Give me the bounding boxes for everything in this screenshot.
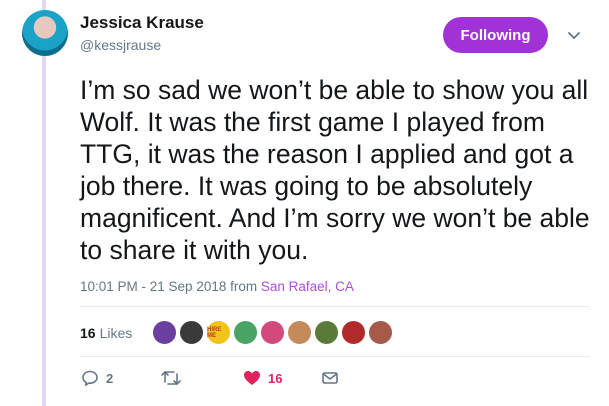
likes-label: Likes	[99, 325, 133, 341]
liker-badge-text: HIRE ME	[207, 326, 222, 339]
reply-button[interactable]: 2	[80, 368, 113, 388]
tweet-timestamp[interactable]: 10:01 PM - 21 Sep 2018	[80, 279, 226, 294]
avatar[interactable]	[22, 10, 68, 56]
retweet-icon	[161, 371, 181, 385]
liker-avatar[interactable]	[341, 320, 366, 345]
author-name[interactable]: Jessica Krause	[80, 13, 204, 33]
author-handle[interactable]: @kessjrause	[80, 37, 161, 53]
reply-icon	[82, 370, 98, 386]
retweet-button[interactable]	[160, 368, 188, 388]
liker-avatar[interactable]	[314, 320, 339, 345]
like-button[interactable]: 16	[242, 368, 282, 388]
divider	[80, 306, 590, 307]
following-button[interactable]: Following	[443, 17, 548, 53]
liker-avatars: HIRE ME	[152, 320, 395, 345]
tweet-text: I’m so sad we won’t be able to show you …	[80, 75, 590, 265]
divider	[80, 356, 590, 357]
liker-avatar[interactable]	[260, 320, 285, 345]
liker-avatar[interactable]	[368, 320, 393, 345]
liker-avatar[interactable]	[287, 320, 312, 345]
thread-rail	[42, 0, 46, 406]
likes-count: 16	[80, 325, 96, 341]
tweet-location[interactable]: San Rafael, CA	[261, 279, 354, 294]
tweet-meta: 10:01 PM - 21 Sep 2018 from San Rafael, …	[80, 279, 354, 294]
likes-summary[interactable]: 16 Likes	[80, 318, 132, 348]
heart-icon	[244, 371, 260, 385]
from-label: from	[230, 279, 258, 294]
chevron-down-icon[interactable]	[566, 27, 582, 43]
liker-avatar[interactable]	[233, 320, 258, 345]
liker-avatar[interactable]	[179, 320, 204, 345]
liker-avatar[interactable]	[152, 320, 177, 345]
tweet-actions: 2 16	[80, 368, 380, 394]
envelope-icon	[322, 372, 338, 384]
reply-count: 2	[106, 370, 114, 386]
like-count: 16	[268, 370, 283, 386]
direct-message-button[interactable]	[320, 368, 340, 388]
liker-avatar[interactable]: HIRE ME	[206, 320, 231, 345]
